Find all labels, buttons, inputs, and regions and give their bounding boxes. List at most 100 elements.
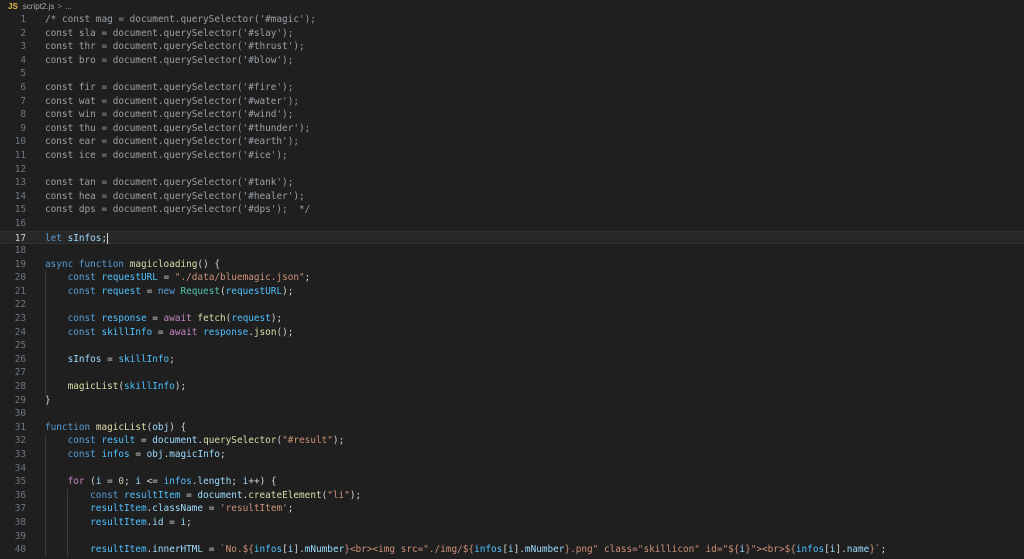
code-line[interactable]: 7 const wat = document.querySelector('#wa… [0,95,1024,109]
line-number: 9 [20,122,26,134]
code-line[interactable]: 20 const requestURL = "./data/bluemagic.… [0,271,1024,285]
line-number: 1 [20,14,26,25]
code-line[interactable]: 34 [0,461,1024,476]
code-editor[interactable]: 1 /* const mag = document.querySelector('… [0,13,1024,559]
code-line[interactable]: 19 async function magicloading() { [0,258,1024,272]
code-line[interactable]: 23 const response = await fetch(request)… [0,312,1024,326]
code-line[interactable]: 10 const ear = document.querySelector('#e… [0,135,1024,149]
code-token: () { [197,258,220,270]
breadcrumb-file[interactable]: script2.js [23,2,55,11]
code-line[interactable]: 22 [0,298,1024,313]
code-token: const thr = document.querySelector('#thr… [45,41,305,53]
code-text: magicList(skillInfo); [45,380,187,394]
code-token: const thu = document.querySelector('#thu… [45,122,311,134]
code-line[interactable]: 1 /* const mag = document.querySelector('… [0,13,1024,27]
code-token: /* const mag = document.querySelector('#… [45,14,316,25]
code-token: infos [253,544,283,556]
code-token: const bro = document.querySelector('#blo… [45,54,294,66]
code-token: function [45,421,96,433]
code-token: mNumber [524,544,565,556]
code-line[interactable]: 40 resultItem.innerHTML = `No.${infos[i]… [0,543,1024,557]
code-token: ); [349,489,362,501]
code-text: function magicList(obj) { [45,421,186,435]
code-line[interactable]: 9 const thu = document.querySelector('#th… [0,122,1024,136]
code-token: }<br><img src="./img/${ [344,544,475,556]
code-line[interactable]: 25 [0,339,1024,353]
code-token: request [231,313,271,325]
indent-guide [45,366,46,381]
code-line[interactable]: 4 const bro = document.querySelector('#bl… [0,54,1024,68]
code-line[interactable]: 3 const thr = document.querySelector('#th… [0,40,1024,54]
code-token: request [101,285,141,297]
code-line[interactable]: 28 magicList(skillInfo); [0,380,1024,394]
code-text: const tan = document.querySelector('#tan… [45,176,293,190]
code-token: obj [152,421,170,433]
code-line[interactable]: 35 for (i = 0; i <= infos.length; i++) { [0,475,1024,489]
code-token: skillInfo [101,326,153,338]
code-token: response [101,313,147,325]
code-token: = [180,489,198,501]
code-line[interactable]: 32 const result = document.querySelector… [0,434,1024,448]
line-number: 5 [20,68,26,80]
code-line[interactable]: 6 const fir = document.querySelector('#fi… [0,81,1024,95]
indent-guide [45,339,46,353]
line-number: 6 [20,81,26,93]
line-number: 23 [14,313,26,325]
code-line[interactable]: 13 const tan = document.querySelector('#t… [0,176,1024,190]
code-token: skillInfo [118,353,170,365]
line-number: 29 [14,394,26,406]
code-line[interactable]: 36 const resultItem = document.createEle… [0,488,1024,503]
code-line[interactable]: 11 const ice = document.querySelector('#i… [0,149,1024,163]
code-line[interactable]: 26 sInfos = skillInfo; [0,352,1024,367]
line-number: 14 [14,190,26,202]
breadcrumb-more[interactable]: ... [65,2,72,11]
code-token: resultItem [124,489,181,501]
code-text: const requestURL = "./data/bluemagic.jso… [45,271,311,285]
code-token: result [101,435,136,447]
code-token: = [101,353,119,365]
line-number: 35 [14,476,26,488]
code-token: } [45,394,51,406]
code-line[interactable]: 21 const request = new Request(requestUR… [0,284,1024,299]
code-token: ]. [293,544,305,556]
code-line[interactable]: 18 [0,244,1024,258]
code-line[interactable]: 29} [0,394,1024,408]
code-token: = [203,544,221,556]
code-token: magicList [95,421,147,433]
line-number: 12 [14,163,26,175]
code-token: = [129,449,147,460]
code-text: const resultItem = document.createElemen… [45,489,361,503]
code-line[interactable]: 8 const win = document.querySelector('#wi… [0,108,1024,122]
code-token: = [140,285,158,297]
code-line[interactable]: 27 [0,366,1024,381]
code-line[interactable]: 17 let sInfos; [0,230,1024,245]
code-token: infos [163,476,192,488]
code-text: const win = document.querySelector('#win… [45,108,293,122]
line-number: 39 [14,530,26,542]
code-line[interactable]: 5 [0,67,1024,81]
code-token: = [163,516,181,528]
code-line[interactable]: 33 const infos = obj.magicInfo; [0,448,1024,462]
code-line[interactable]: 12 [0,163,1024,177]
code-line[interactable]: 38 resultItem.id = i; [0,515,1024,530]
code-token: const [45,313,102,325]
code-token: Request [180,285,220,297]
code-text: const thu = document.querySelector('#thu… [45,122,310,136]
code-token: const hea = document.querySelector('#hea… [45,190,305,202]
code-line[interactable]: 14 const hea = document.querySelector('#h… [0,190,1024,204]
code-line[interactable]: 31 function magicList(obj) { [0,421,1024,435]
code-token: const tan = document.querySelector('#tan… [45,177,294,189]
code-line[interactable]: 15 const dps = document.querySelector('#d… [0,203,1024,217]
code-line[interactable]: 37 resultItem.className = 'resultItem'; [0,502,1024,516]
code-line[interactable]: 39 [0,529,1024,544]
code-line[interactable]: 24 const skillInfo = await response.json… [0,325,1024,340]
code-text: const ear = document.querySelector('#ear… [45,135,299,149]
code-line[interactable]: 16 [0,217,1024,231]
code-line[interactable]: 30 [0,407,1024,421]
code-token: json [253,326,277,338]
line-number: 10 [14,136,26,148]
code-line[interactable]: 2 const sla = document.querySelector('#sl… [0,27,1024,41]
code-text: for (i = 0; i <= infos.length; i++) { [45,475,277,489]
line-number: 33 [14,449,26,460]
code-token: function [78,258,130,270]
